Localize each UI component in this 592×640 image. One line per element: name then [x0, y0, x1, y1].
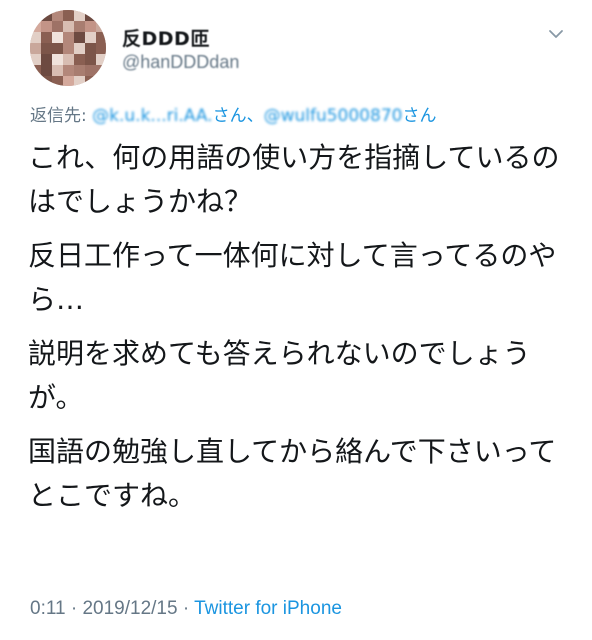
reply-to-line: 返信先: @k.u.k...ri.AA.さん、@wulfu5000870さん	[30, 101, 436, 126]
tweet-date[interactable]: 2019/12/15	[82, 598, 177, 619]
reply-mention-suffix-2[interactable]: さん	[402, 106, 436, 126]
tweet-paragraph: 国語の勉強し直してから絡んで下さいってとこですね。	[28, 435, 557, 512]
tweet-paragraph: 説明を求めても答えられないのでしょうが。	[28, 337, 531, 414]
tweet: 反DDD匝 @hanDDDdan 返信先: @k.u.k...ri.AA.さん、…	[0, 0, 592, 640]
tweet-body: これ、何の用語の使い方を指摘しているのはでしょうかね？ 反日工作って一体何に対し…	[28, 136, 568, 528]
tweet-source-link[interactable]: Twitter for iPhone	[194, 598, 342, 619]
author-handle[interactable]: @hanDDDdan	[122, 52, 239, 73]
tweet-meta: 0:11 · 2019/12/15 · Twitter for iPhone	[30, 598, 342, 620]
reply-to-label: 返信先:	[30, 106, 93, 126]
avatar-pixel	[96, 76, 106, 86]
reply-mention-2[interactable]: @wulfu5000870	[264, 106, 403, 126]
meta-separator: ·	[65, 598, 83, 619]
tweet-paragraph: 反日工作って一体何に対して言ってるのやら…	[28, 239, 557, 316]
reply-mention-suffix-1[interactable]: さん、	[213, 106, 264, 126]
reply-mention-1[interactable]: @k.u.k...ri.AA.	[92, 106, 212, 126]
tweet-paragraph: これ、何の用語の使い方を指摘しているのはでしょうかね？	[28, 141, 560, 218]
tweet-time[interactable]: 0:11	[30, 598, 66, 619]
chevron-down-icon[interactable]	[546, 24, 566, 44]
meta-separator: ·	[177, 598, 195, 619]
author-display-name[interactable]: 反DDD匝	[122, 24, 210, 51]
avatar[interactable]	[30, 10, 106, 86]
